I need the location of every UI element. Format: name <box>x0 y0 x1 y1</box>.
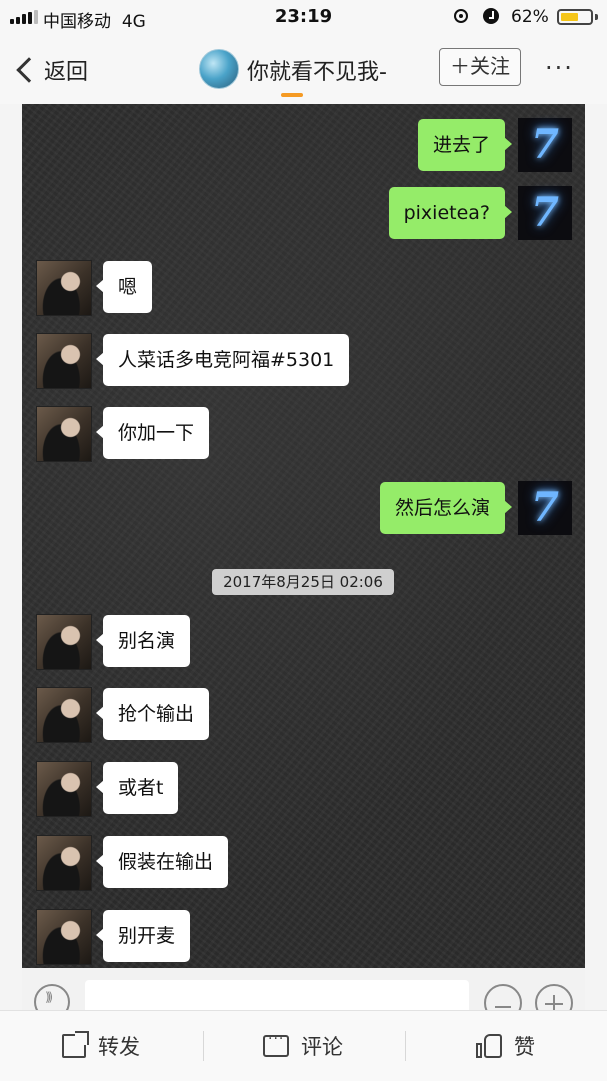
follow-button[interactable]: ＋关注 <box>439 48 521 86</box>
sender-avatar: 7 <box>518 118 572 172</box>
receiver-avatar <box>36 835 92 891</box>
message-input <box>85 980 469 1012</box>
receiver-avatar <box>36 687 92 743</box>
comment-label: 评论 <box>301 1035 343 1059</box>
comment-icon <box>263 1031 289 1057</box>
message-timestamp: 2017年8月25日 02:06 <box>212 569 394 595</box>
received-message: 你加一下 <box>95 407 210 459</box>
share-label: 转发 <box>98 1035 140 1059</box>
received-message: 别开麦 <box>95 910 191 962</box>
chat-screenshot[interactable]: 7 进去了 7 pixietea? 嗯 人菜话多电竞阿福#5301 你加一下 7… <box>22 104 585 968</box>
received-message: 人菜话多电竞阿福#5301 <box>95 334 350 386</box>
receiver-avatar <box>36 333 92 389</box>
back-button[interactable]: 返回 <box>14 54 88 86</box>
back-label: 返回 <box>44 60 89 85</box>
like-label: 赞 <box>514 1035 535 1059</box>
sent-message: pixietea? <box>388 187 513 239</box>
sent-message: 然后怎么演 <box>379 482 513 534</box>
chat-input-bar <box>22 968 585 1022</box>
orientation-lock-icon <box>454 9 468 23</box>
action-bar: 转发 评论 赞 <box>0 1010 607 1081</box>
divider <box>203 1031 204 1061</box>
receiver-avatar <box>36 909 92 965</box>
battery-tip <box>595 14 598 20</box>
thumbs-up-icon <box>476 1034 502 1058</box>
chevron-left-icon <box>16 57 42 83</box>
received-message: 假装在输出 <box>95 836 229 888</box>
battery-percent: 62% <box>511 7 549 27</box>
receiver-avatar <box>36 406 92 462</box>
alarm-icon <box>483 8 499 24</box>
sent-message: 进去了 <box>417 119 513 171</box>
comment-button[interactable]: 评论 <box>263 1011 343 1081</box>
divider <box>405 1031 406 1061</box>
receiver-avatar <box>36 260 92 316</box>
avatar[interactable] <box>199 49 239 89</box>
battery-fill <box>561 13 578 21</box>
tab-indicator <box>281 93 303 97</box>
share-button[interactable]: 转发 <box>62 1011 140 1081</box>
received-message: 抢个输出 <box>95 688 210 740</box>
status-bar: 中国移动 4G 23:19 62% <box>0 0 607 34</box>
page-title[interactable]: 你就看不见我- <box>247 54 387 86</box>
received-message: 或者t <box>95 762 179 814</box>
received-message: 别名演 <box>95 615 191 667</box>
battery-icon <box>557 9 593 25</box>
header: 返回 你就看不见我- ＋关注 ··· <box>0 34 607 104</box>
more-options-icon[interactable]: ··· <box>545 54 574 82</box>
share-icon <box>62 1031 89 1058</box>
received-message: 嗯 <box>95 261 153 313</box>
sender-avatar: 7 <box>518 481 572 535</box>
sender-avatar: 7 <box>518 186 572 240</box>
receiver-avatar <box>36 761 92 817</box>
like-button[interactable]: 赞 <box>476 1011 535 1081</box>
receiver-avatar <box>36 614 92 670</box>
